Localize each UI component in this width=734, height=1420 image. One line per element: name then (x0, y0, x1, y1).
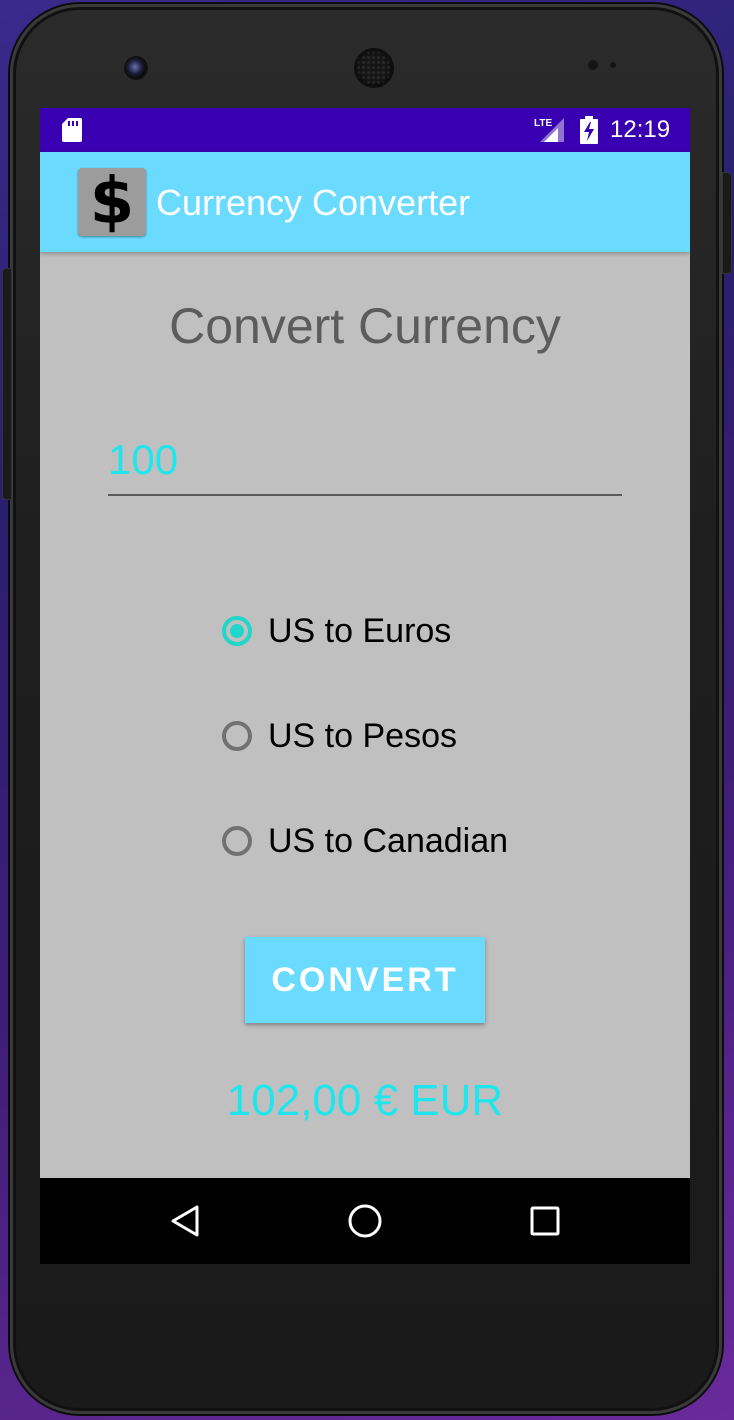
recents-button[interactable] (522, 1198, 568, 1244)
navigation-bar (40, 1178, 690, 1264)
app-title: Currency Converter (156, 182, 471, 223)
amount-input[interactable] (108, 430, 622, 496)
radio-option-us-to-euros[interactable]: US to Euros (222, 602, 562, 660)
home-button[interactable] (342, 1198, 388, 1244)
home-icon (348, 1204, 382, 1238)
radio-button-checked[interactable] (222, 616, 252, 646)
earpiece-speaker (356, 50, 392, 86)
power-button (722, 172, 732, 274)
radio-button-unchecked[interactable] (222, 826, 252, 856)
battery-charging-icon (580, 116, 598, 144)
network-label: LTE (534, 118, 552, 129)
lte-signal-icon: LTE (534, 118, 564, 142)
convert-button[interactable]: CONVERT (245, 937, 485, 1023)
conversion-result: 102,00 € EUR (226, 1076, 504, 1125)
radio-label: US to Canadian (268, 822, 509, 860)
radio-label: US to Pesos (268, 717, 457, 755)
recents-icon (530, 1206, 560, 1236)
back-button[interactable] (162, 1198, 208, 1244)
proximity-sensor (588, 60, 598, 70)
radio-option-us-to-canadian[interactable]: US to Canadian (222, 812, 562, 870)
radio-label: US to Euros (268, 612, 452, 650)
radio-option-us-to-pesos[interactable]: US to Pesos (222, 707, 562, 765)
radio-button-unchecked[interactable] (222, 721, 252, 751)
device-screen: LTE 12:19 $ Currency Converter Convert C… (40, 108, 690, 1264)
side-button-left (2, 268, 12, 500)
light-sensor (610, 62, 616, 68)
status-bar: LTE 12:19 (40, 108, 690, 152)
page-heading: Convert Currency (169, 298, 561, 354)
front-camera (126, 58, 146, 78)
app-bar: $ Currency Converter (40, 152, 690, 252)
back-icon (171, 1205, 199, 1237)
sd-card-icon (62, 118, 82, 142)
dollar-logo-icon: $ (78, 168, 146, 236)
status-clock: 12:19 (610, 116, 671, 143)
